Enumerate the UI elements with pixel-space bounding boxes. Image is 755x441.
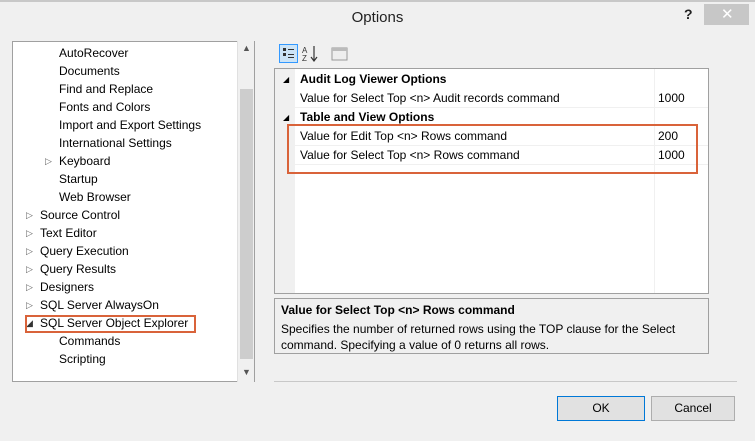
- chevron-right-icon: ▷: [26, 246, 33, 256]
- close-icon: ✕: [721, 6, 734, 23]
- category-label: Audit Log Viewer Options: [300, 72, 447, 86]
- tree-item-find-replace[interactable]: Find and Replace: [59, 80, 153, 98]
- categorized-icon: [283, 48, 294, 58]
- category-audit-log[interactable]: ◢ Audit Log Viewer Options: [275, 70, 708, 89]
- tree-item-query-results[interactable]: Query Results: [40, 260, 116, 278]
- property-row[interactable]: Value for Select Top <n> Audit records c…: [275, 89, 708, 108]
- collapse-icon[interactable]: ◢: [283, 70, 289, 89]
- chevron-right-icon: ▷: [26, 264, 33, 274]
- highlight-table-view-options: [287, 124, 698, 174]
- property-grid[interactable]: ◢ Audit Log Viewer Options Value for Sel…: [274, 68, 709, 294]
- chevron-right-icon: ▷: [26, 300, 33, 310]
- chevron-right-icon: ▷: [26, 210, 33, 220]
- tree-item-web-browser[interactable]: Web Browser: [59, 188, 131, 206]
- tree-item-autorecover[interactable]: AutoRecover: [59, 44, 128, 62]
- property-name: Value for Select Top <n> Audit records c…: [300, 91, 560, 105]
- property-pages-button[interactable]: [330, 44, 349, 63]
- tree-item-scripting[interactable]: Scripting: [59, 350, 106, 368]
- tree-item-keyboard[interactable]: Keyboard: [59, 152, 110, 170]
- scroll-down-icon[interactable]: ▼: [242, 367, 251, 377]
- tree-item-source-control[interactable]: Source Control: [40, 206, 120, 224]
- tree-item-designers[interactable]: Designers: [40, 278, 94, 296]
- property-value[interactable]: 1000: [658, 89, 685, 108]
- highlight-object-explorer: [25, 315, 196, 333]
- description-panel: Value for Select Top <n> Rows command Sp…: [274, 298, 709, 354]
- tree-item-alwayson[interactable]: SQL Server AlwaysOn: [40, 296, 159, 314]
- property-pages-icon: [331, 47, 348, 61]
- close-button[interactable]: ✕: [704, 4, 749, 25]
- scroll-up-icon[interactable]: ▲: [242, 43, 251, 53]
- description-title: Value for Select Top <n> Rows command: [281, 303, 515, 317]
- chevron-right-icon: ▷: [26, 282, 33, 292]
- cancel-button[interactable]: Cancel: [651, 396, 735, 421]
- tree-item-commands[interactable]: Commands: [59, 332, 120, 350]
- svg-text:Z: Z: [302, 54, 307, 63]
- tree-item-documents[interactable]: Documents: [59, 62, 120, 80]
- ok-button[interactable]: OK: [557, 396, 645, 421]
- scrollbar-thumb[interactable]: [240, 89, 253, 359]
- tree-scrollbar[interactable]: ▲ ▼: [237, 41, 254, 382]
- chevron-right-icon: ▷: [45, 156, 52, 166]
- divider: [274, 381, 737, 382]
- tree-item-international[interactable]: International Settings: [59, 134, 172, 152]
- tree-item-text-editor[interactable]: Text Editor: [40, 224, 97, 242]
- description-text: Specifies the number of returned rows us…: [281, 322, 676, 352]
- categorized-button[interactable]: [279, 44, 298, 63]
- window-title: Options: [351, 9, 404, 26]
- tree-item-fonts-colors[interactable]: Fonts and Colors: [59, 98, 150, 116]
- tree-item-query-execution[interactable]: Query Execution: [40, 242, 129, 260]
- alphabetical-button[interactable]: A Z: [301, 44, 320, 63]
- tree-item-import-export[interactable]: Import and Export Settings: [59, 116, 201, 134]
- chevron-right-icon: ▷: [26, 228, 33, 238]
- tree-item-startup[interactable]: Startup: [59, 170, 98, 188]
- sort-alphabetical-icon: A Z: [302, 46, 318, 63]
- help-button[interactable]: ?: [684, 6, 693, 22]
